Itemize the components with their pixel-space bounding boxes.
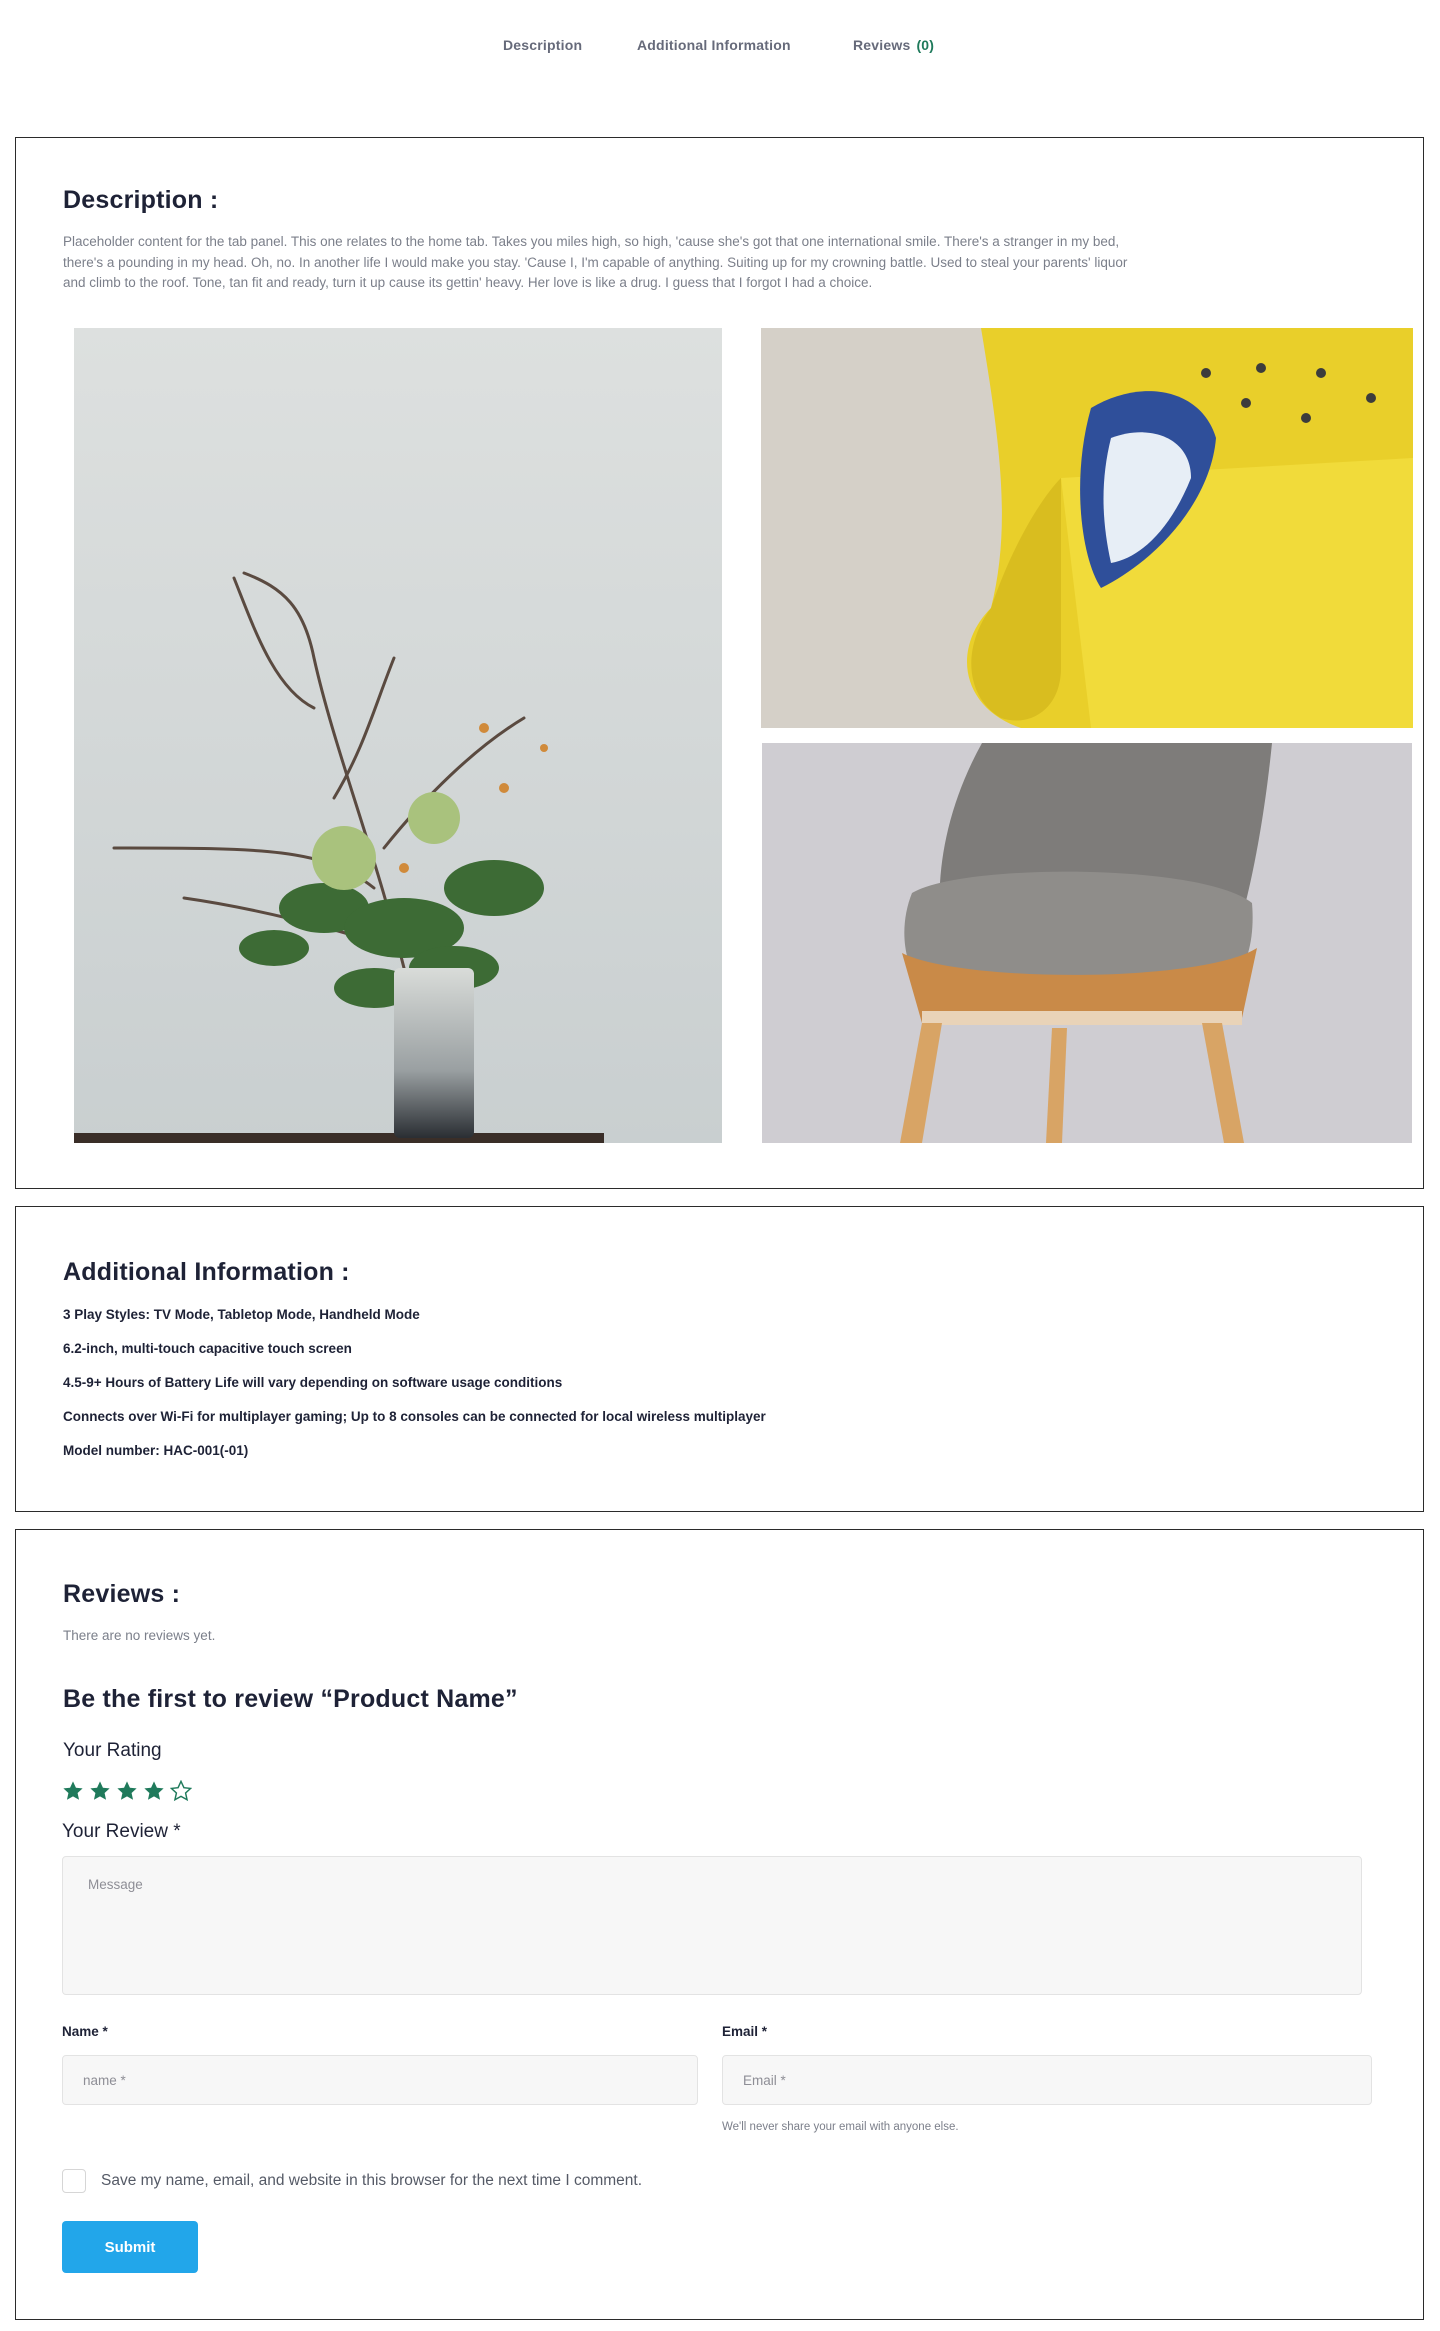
no-reviews-text: There are no reviews yet. (63, 1628, 216, 1643)
tab-additional-information[interactable]: Additional Information (637, 37, 791, 53)
submit-button[interactable]: Submit (62, 2221, 198, 2273)
description-heading: Description : (63, 186, 219, 214)
additional-information-panel: Additional Information : 3 Play Styles: … (15, 1206, 1424, 1512)
tab-reviews[interactable]: Reviews (0) (853, 37, 934, 53)
name-input[interactable] (62, 2055, 698, 2105)
star-filled-icon[interactable] (116, 1780, 138, 1802)
review-form-title: Be the first to review “Product Name” (63, 1685, 518, 1713)
email-input[interactable] (722, 2055, 1372, 2105)
info-line: 3 Play Styles: TV Mode, Tabletop Mode, H… (63, 1307, 420, 1322)
tab-reviews-count: (0) (916, 37, 935, 53)
your-review-label: Your Review * (62, 1821, 181, 1842)
yellow-sofa-photo (761, 328, 1413, 728)
star-empty-icon[interactable] (170, 1780, 192, 1802)
email-label: Email * (722, 2024, 768, 2039)
info-line: 6.2-inch, multi-touch capacitive touch s… (63, 1341, 352, 1356)
grey-chair-photo (762, 743, 1412, 1143)
review-message-textarea[interactable] (62, 1856, 1362, 1995)
info-line: Model number: HAC-001(-01) (63, 1443, 249, 1458)
reviews-heading: Reviews : (63, 1580, 181, 1608)
vase-with-flowers-photo (74, 328, 722, 1143)
tab-reviews-label: Reviews (853, 37, 911, 53)
star-filled-icon[interactable] (143, 1780, 165, 1802)
your-rating-label: Your Rating (63, 1740, 162, 1761)
save-info-checkbox[interactable] (62, 2169, 86, 2193)
description-text: Placeholder content for the tab panel. T… (63, 234, 1128, 290)
additional-information-heading: Additional Information : (63, 1258, 350, 1286)
description-panel: Description : Placeholder content for th… (15, 137, 1424, 1189)
info-line: 4.5-9+ Hours of Battery Life will vary d… (63, 1375, 563, 1390)
star-filled-icon[interactable] (62, 1780, 84, 1802)
info-line: Connects over Wi-Fi for multiplayer gami… (63, 1409, 766, 1424)
email-help-text: We'll never share your email with anyone… (722, 2121, 959, 2133)
name-label: Name * (62, 2024, 108, 2039)
save-info-label[interactable]: Save my name, email, and website in this… (101, 2172, 642, 2190)
tab-description[interactable]: Description (503, 37, 582, 53)
star-filled-icon[interactable] (89, 1780, 111, 1802)
